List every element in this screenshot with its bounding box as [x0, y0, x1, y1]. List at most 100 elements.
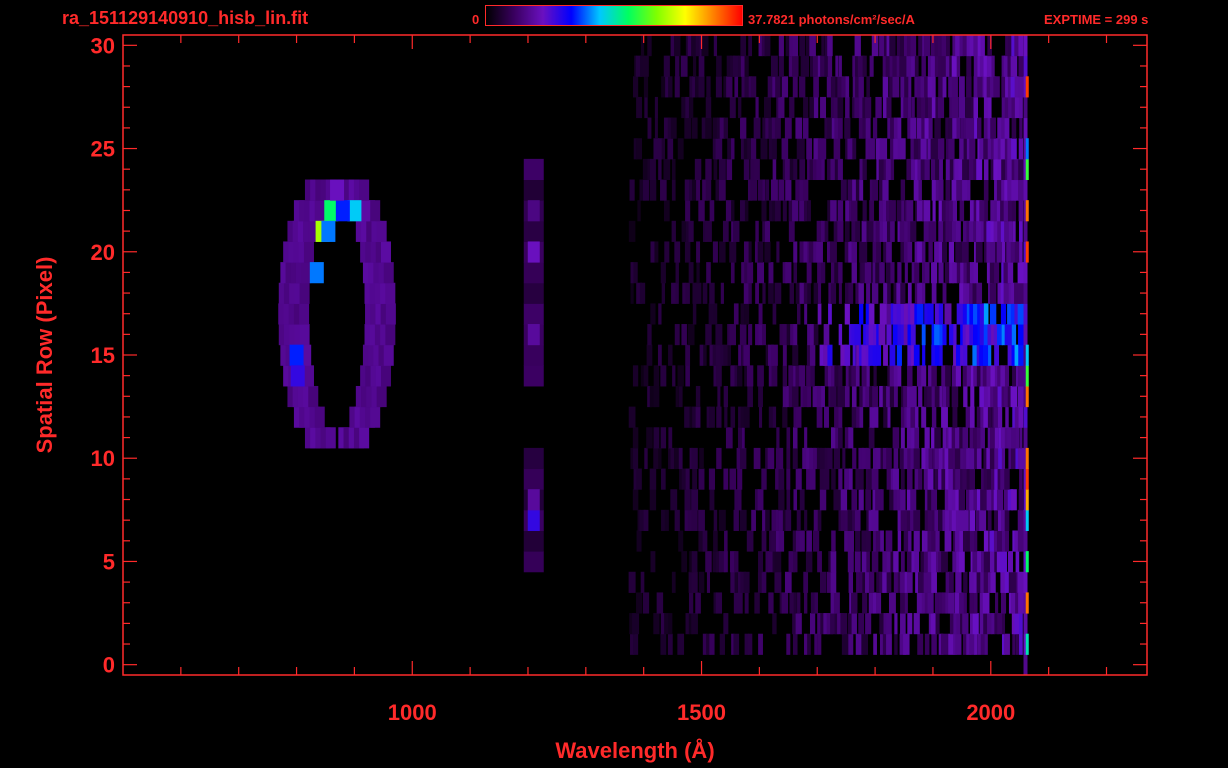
- edge-cell: [1023, 654, 1028, 676]
- continuum-cell: [799, 489, 805, 511]
- continuum-cell: [865, 489, 871, 511]
- continuum-cell: [900, 179, 906, 201]
- continuum-cell: [668, 427, 673, 449]
- continuum-cell: [709, 489, 715, 511]
- continuum-cell: [913, 447, 920, 470]
- continuum-cell: [776, 241, 780, 263]
- continuum-cell: [840, 489, 848, 511]
- line-cell: [523, 365, 544, 387]
- ring-cell: [299, 324, 310, 346]
- continuum-cell: [791, 55, 799, 77]
- continuum-cell: [699, 344, 704, 366]
- continuum-cell: [792, 35, 799, 57]
- continuum-cell: [646, 427, 653, 449]
- continuum-cell: [897, 117, 902, 139]
- continuum-cell: [820, 96, 827, 119]
- continuum-cell: [1000, 551, 1007, 573]
- continuum-cell: [782, 344, 787, 366]
- continuum-cell: [962, 613, 969, 635]
- continuum-cell: [691, 509, 698, 531]
- line-bright-cell: [527, 489, 540, 511]
- continuum-cell: [909, 385, 917, 408]
- continuum-cell: [744, 303, 750, 325]
- continuum-cell: [918, 35, 923, 57]
- continuum-cell: [963, 571, 968, 593]
- continuum-cell: [733, 220, 740, 242]
- continuum-cell: [793, 551, 798, 573]
- continuum-cell: [1011, 117, 1017, 139]
- continuum-cell: [935, 530, 940, 552]
- continuum-cell: [921, 447, 926, 470]
- continuum-cell: [1008, 220, 1013, 242]
- continuum-cell: [858, 489, 864, 511]
- continuum-cell: [883, 406, 888, 428]
- continuum-cell: [949, 613, 954, 635]
- continuum-cell: [789, 282, 794, 304]
- continuum-cell: [952, 262, 958, 284]
- continuum-cell: [928, 117, 933, 139]
- continuum-cell: [983, 179, 989, 201]
- continuum-cell: [880, 489, 884, 511]
- continuum-cell: [726, 76, 733, 98]
- continuum-cell: [799, 76, 806, 98]
- continuum-cell: [982, 592, 990, 614]
- continuum-cell: [692, 55, 697, 77]
- continuum-cell: [804, 509, 808, 531]
- continuum-cell: [1011, 138, 1017, 160]
- continuum-cell: [691, 551, 698, 573]
- continuum-cell: [888, 200, 896, 222]
- continuum-cell: [835, 427, 839, 449]
- continuum-cell: [942, 324, 947, 346]
- continuum-cell: [973, 262, 979, 284]
- continuum-cell: [879, 262, 885, 284]
- continuum-cell: [844, 117, 851, 139]
- continuum-cell: [734, 76, 739, 98]
- continuum-cell: [799, 365, 806, 387]
- continuum-cell: [723, 551, 728, 573]
- continuum-cell: [664, 509, 669, 531]
- continuum-cell: [949, 324, 954, 346]
- continuum-cell: [922, 282, 926, 304]
- continuum-cell: [869, 200, 875, 222]
- continuum-cell: [761, 571, 767, 593]
- continuum-cell: [823, 468, 830, 490]
- continuum-cell: [717, 385, 721, 408]
- continuum-cell: [820, 262, 826, 284]
- continuum-cell: [980, 633, 985, 655]
- continuum-cell: [931, 489, 938, 511]
- y-tick-label: 5: [103, 549, 115, 574]
- continuum-cell: [716, 55, 722, 77]
- continuum-cell: [806, 530, 812, 552]
- continuum-cell: [660, 633, 667, 655]
- continuum-cell: [890, 158, 895, 181]
- continuum-cell: [739, 447, 747, 470]
- continuum-cell: [828, 303, 832, 325]
- x-tick-label: 1000: [388, 700, 437, 725]
- continuum-cell: [921, 406, 927, 428]
- continuum-cell: [886, 468, 892, 490]
- continuum-cell: [817, 509, 822, 531]
- continuum-cell: [803, 571, 809, 593]
- continuum-cell: [628, 571, 636, 593]
- continuum-cell: [803, 592, 808, 614]
- continuum-cell: [973, 96, 979, 119]
- continuum-cell: [945, 158, 951, 181]
- continuum-cell: [643, 76, 649, 98]
- continuum-cell: [927, 468, 934, 490]
- continuum-cell: [792, 447, 798, 470]
- continuum-cell: [755, 220, 759, 242]
- continuum-cell: [893, 385, 898, 408]
- continuum-cell: [897, 324, 902, 346]
- edge-cell: [1023, 324, 1028, 346]
- continuum-cell: [778, 179, 785, 201]
- continuum-cell: [887, 406, 891, 428]
- continuum-cell: [644, 447, 648, 470]
- continuum-cell: [771, 138, 777, 160]
- continuum-cell: [674, 324, 680, 346]
- continuum-cell: [855, 633, 860, 655]
- edge-cell: [1023, 35, 1028, 57]
- continuum-cell: [844, 344, 851, 366]
- continuum-cell: [705, 117, 712, 139]
- continuum-cell: [747, 385, 753, 408]
- continuum-cell: [969, 447, 975, 470]
